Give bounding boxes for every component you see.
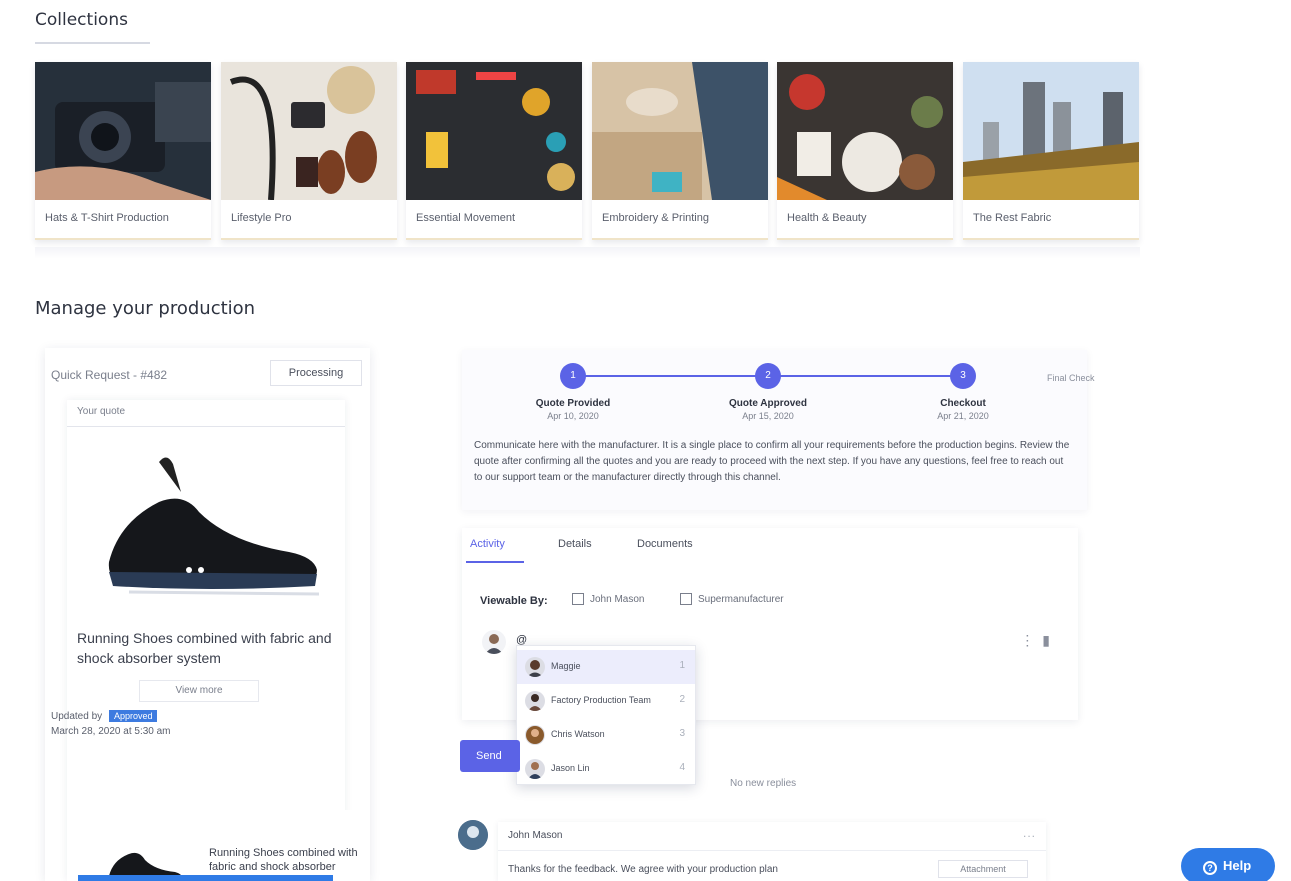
- attachment-chip[interactable]: Attachment: [938, 860, 1028, 878]
- product-description: Running Shoes combined with fabric and s…: [77, 630, 332, 666]
- step-date: Apr 21, 2020: [937, 411, 989, 421]
- viewable-option: Supermanufacturer: [698, 594, 784, 605]
- updated-meta: Updated by Approved: [51, 710, 158, 722]
- updated-date: March 28, 2020 at 5:30 am: [51, 726, 171, 737]
- mention-name: Jason Lin: [551, 763, 590, 773]
- mention-name: Chris Watson: [551, 729, 605, 739]
- tab-activity[interactable]: Activity: [470, 538, 505, 550]
- sample-card-header: Quick Request - #482 Processing: [45, 348, 370, 400]
- collection-image-tools: [406, 62, 582, 200]
- active-tab-indicator: [466, 561, 524, 563]
- mention-option[interactable]: Chris Watson 3: [517, 718, 695, 752]
- progress-stepper: 1 2 3 Quote Provided Quote Approved Chec…: [462, 350, 1095, 510]
- avatar: [525, 725, 545, 745]
- approved-badge: Approved: [108, 710, 158, 722]
- step-label: Quote Approved: [729, 398, 807, 409]
- tab-documents[interactable]: Documents: [637, 538, 693, 550]
- collection-image-camera: [35, 62, 211, 200]
- collection-label: Lifestyle Pro: [231, 212, 292, 224]
- step-date: Apr 10, 2020: [547, 411, 599, 421]
- collection-card[interactable]: Health & Beauty: [777, 62, 953, 240]
- collection-image-city: [963, 62, 1139, 200]
- attach-icon[interactable]: ⋮: [1020, 632, 1034, 648]
- final-step-label: Final Check: [1047, 373, 1095, 383]
- status-badge[interactable]: Processing: [270, 360, 362, 386]
- help-icon: ?: [1203, 861, 1217, 875]
- viewable-checkbox[interactable]: [572, 593, 584, 605]
- viewable-by-label: Viewable By:: [480, 595, 548, 607]
- collection-image-accessories: [221, 62, 397, 200]
- avatar: [525, 759, 545, 779]
- collections-row: Hats & T-Shirt Production Lifestyle Pro: [35, 62, 1140, 267]
- divider: [498, 850, 1046, 851]
- help-label: Help: [1223, 858, 1252, 873]
- mention-option[interactable]: Maggie 1: [517, 650, 695, 684]
- manage-title: Manage your production: [35, 298, 256, 319]
- comment-actions: ⋮ ▮: [1020, 632, 1050, 649]
- collection-card[interactable]: Hats & T-Shirt Production: [35, 62, 211, 240]
- collections-title: Collections: [35, 10, 128, 30]
- collection-card[interactable]: Embroidery & Printing: [592, 62, 768, 240]
- help-button[interactable]: ? Help: [1181, 848, 1275, 881]
- sample-card: Quick Request - #482 Processing Your quo…: [45, 348, 370, 881]
- product-mini-card[interactable]: Running Shoes combined with fabric and s…: [89, 810, 367, 881]
- collection-label: The Rest Fabric: [973, 212, 1052, 224]
- collection-label: Hats & T-Shirt Production: [45, 212, 169, 224]
- collection-image-boxes: [592, 62, 768, 200]
- avatar: [525, 657, 545, 677]
- stepper-description: Communicate here with the manufacturer. …: [474, 440, 1070, 483]
- reply-author: John Mason: [508, 830, 563, 841]
- collection-card[interactable]: Essential Movement: [406, 62, 582, 240]
- mention-role: 1: [679, 660, 685, 671]
- collection-label: Essential Movement: [416, 212, 516, 224]
- mention-option[interactable]: Jason Lin 4: [517, 752, 695, 786]
- reply-text: Thanks for the feedback. We agree with y…: [508, 864, 778, 875]
- step-indicator: 3: [950, 363, 976, 389]
- avatar: [458, 820, 488, 850]
- view-more-button[interactable]: View more: [139, 680, 259, 702]
- chat-icon[interactable]: ▮: [1042, 632, 1050, 648]
- avatar: [482, 630, 506, 654]
- mention-role: 3: [679, 728, 685, 739]
- sample-card-title[interactable]: Quick Request - #482: [51, 368, 167, 382]
- step-indicator: 1: [560, 363, 586, 389]
- collection-label: Embroidery & Printing: [602, 212, 709, 224]
- mention-role: 4: [679, 762, 685, 773]
- collection-image-food: [777, 62, 953, 200]
- divider: [67, 426, 345, 427]
- collection-card[interactable]: Lifestyle Pro: [221, 62, 397, 240]
- more-options-icon[interactable]: ...: [1023, 826, 1036, 840]
- primary-action-bar[interactable]: [78, 875, 333, 881]
- step-connector: [772, 375, 962, 377]
- collections-divider: [35, 247, 1140, 259]
- collections-underline: [35, 42, 150, 44]
- collection-label: Health & Beauty: [787, 212, 867, 224]
- quote-label: Your quote: [77, 406, 126, 417]
- mention-dropdown: Maggie 1 Factory Production Team 2 Chris…: [516, 645, 696, 785]
- mention-role: 2: [679, 694, 685, 705]
- reply-card: John Mason ... Thanks for the feedback. …: [498, 822, 1046, 881]
- viewable-checkbox[interactable]: [680, 593, 692, 605]
- collection-card[interactable]: The Rest Fabric: [963, 62, 1139, 240]
- avatar: [525, 691, 545, 711]
- viewable-option: John Mason: [590, 594, 645, 605]
- updated-label: Updated by: [51, 711, 103, 722]
- quote-panel: Your quote Running Shoes combined with f…: [67, 400, 367, 881]
- thread-hint: No new replies: [730, 778, 797, 789]
- mention-name: Maggie: [551, 661, 581, 671]
- step-indicator: 2: [755, 363, 781, 389]
- mention-name: Factory Production Team: [551, 695, 651, 705]
- step-connector: [577, 375, 767, 377]
- step-label: Quote Provided: [535, 398, 611, 409]
- step-date: Apr 15, 2020: [742, 411, 794, 421]
- step-label: Checkout: [940, 398, 986, 409]
- send-button[interactable]: Send: [460, 740, 520, 772]
- product-image: [89, 452, 329, 602]
- tab-details[interactable]: Details: [558, 538, 592, 550]
- mention-option[interactable]: Factory Production Team 2: [517, 684, 695, 718]
